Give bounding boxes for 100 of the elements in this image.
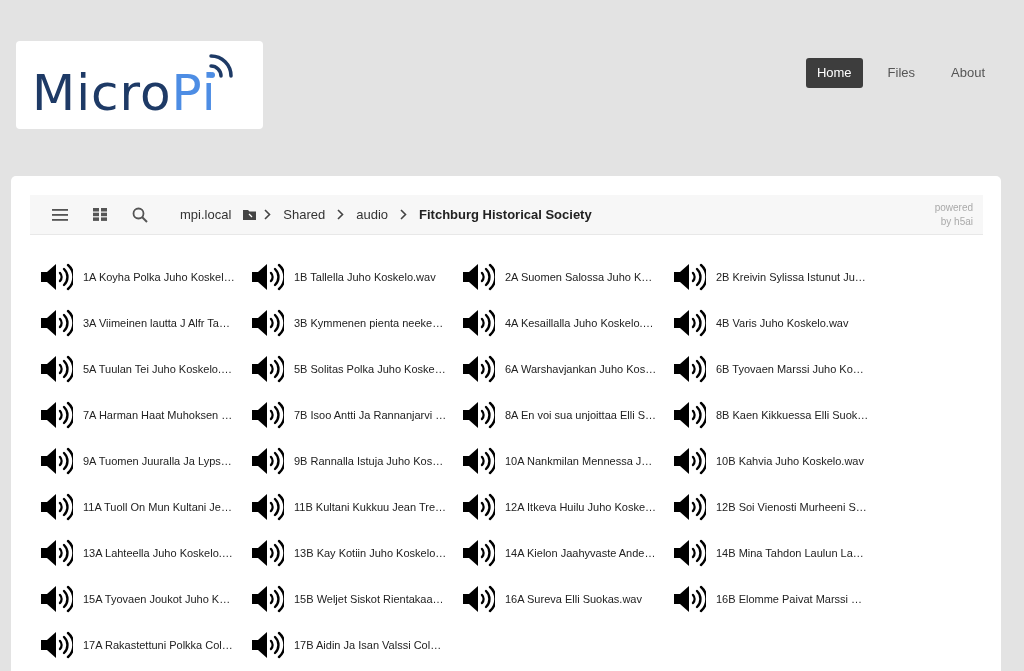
file-name: 5A Tuulan Tei Juho Koskelo.… xyxy=(83,361,232,377)
file-name: 15B Weljet Siskot Rientakaa… xyxy=(294,591,444,607)
speaker-icon xyxy=(41,447,73,475)
file-item[interactable]: 8A En voi sua unjoittaa Elli S… xyxy=(463,401,674,429)
powered-by-text: by h5ai xyxy=(939,214,973,228)
file-name: 3B Kymmenen pienta neeke… xyxy=(294,315,444,331)
breadcrumb-link[interactable]: Shared xyxy=(279,204,330,225)
file-item[interactable]: 3B Kymmenen pienta neeke… xyxy=(252,309,463,337)
file-name: 5B Solitas Polka Juho Koske… xyxy=(294,361,446,377)
file-item[interactable]: 2B Kreivin Sylissa Istunut Ju… xyxy=(674,263,885,291)
file-item[interactable]: 12A Itkeva Huilu Juho Koske… xyxy=(463,493,674,521)
file-item[interactable]: 17A Rakastettuni Polkka Col… xyxy=(41,631,252,659)
file-item[interactable]: 10B Kahvia Juho Koskelo.wav xyxy=(674,447,885,475)
speaker-icon xyxy=(252,631,284,659)
speaker-icon xyxy=(674,539,706,567)
file-name: 10B Kahvia Juho Koskelo.wav xyxy=(716,453,864,469)
speaker-icon xyxy=(41,355,73,383)
file-item[interactable]: 2A Suomen Salossa Juho K… xyxy=(463,263,674,291)
file-name: 11B Kultani Kukkuu Jean Tre… xyxy=(294,499,447,515)
file-item[interactable]: 10A Nankmilan Mennessa J… xyxy=(463,447,674,475)
file-item[interactable]: 16B Elomme Paivat Marssi … xyxy=(674,585,885,613)
file-name: 7B Isoo Antti Ja Rannanjarvi … xyxy=(294,407,447,423)
file-name: 9B Rannalla Istuja Juho Kos… xyxy=(294,453,444,469)
file-item[interactable]: 11A Tuoll On Mun Kultani Je… xyxy=(41,493,252,521)
file-name: 16A Sureva Elli Suokas.wav xyxy=(505,591,642,607)
speaker-icon xyxy=(674,401,706,429)
file-name: 3A Viimeinen lautta J Alfr Ta… xyxy=(83,315,230,331)
file-name: 8A En voi sua unjoittaa Elli S… xyxy=(505,407,657,423)
file-item[interactable]: 9B Rannalla Istuja Juho Kos… xyxy=(252,447,463,475)
file-name: 4B Varis Juho Koskelo.wav xyxy=(716,315,849,331)
breadcrumb-link[interactable]: Fitchburg Historical Society xyxy=(415,204,596,225)
file-item[interactable]: 13B Kay Kotiin Juho Koskelo… xyxy=(252,539,463,567)
file-item[interactable]: 1A Koyha Polka Juho Koskel… xyxy=(41,263,252,291)
breadcrumb-link[interactable]: mpi.local xyxy=(176,204,236,225)
file-name: 17B Aidin Ja Isan Valssi Col… xyxy=(294,637,442,653)
speaker-icon xyxy=(252,263,284,291)
file-item[interactable]: 14B Mina Tahdon Laulun La… xyxy=(674,539,885,567)
file-item[interactable]: 11B Kultani Kukkuu Jean Tre… xyxy=(252,493,463,521)
file-item[interactable]: 15A Tyovaen Joukot Juho K… xyxy=(41,585,252,613)
speaker-icon xyxy=(41,631,73,659)
file-item[interactable]: 5A Tuulan Tei Juho Koskelo.… xyxy=(41,355,252,383)
speaker-icon xyxy=(41,539,73,567)
file-name: 13B Kay Kotiin Juho Koskelo… xyxy=(294,545,447,561)
file-item[interactable]: 1B Tallella Juho Koskelo.wav xyxy=(252,263,463,291)
file-name: 10A Nankmilan Mennessa J… xyxy=(505,453,653,469)
speaker-icon xyxy=(252,539,284,567)
speaker-icon xyxy=(463,401,495,429)
file-name: 13A Lahteella Juho Koskelo.… xyxy=(83,545,233,561)
speaker-icon xyxy=(674,263,706,291)
speaker-icon xyxy=(252,585,284,613)
file-name: 7A Harman Haat Muhoksen … xyxy=(83,407,233,423)
speaker-icon xyxy=(252,309,284,337)
file-name: 2A Suomen Salossa Juho K… xyxy=(505,269,653,285)
breadcrumb-link[interactable]: audio xyxy=(352,204,393,225)
speaker-icon xyxy=(463,447,495,475)
speaker-icon xyxy=(674,309,706,337)
file-item[interactable]: 13A Lahteella Juho Koskelo.… xyxy=(41,539,252,567)
speaker-icon xyxy=(41,263,73,291)
file-name: 12A Itkeva Huilu Juho Koske… xyxy=(505,499,657,515)
logo-text: MicroPi xyxy=(32,68,217,118)
speaker-icon xyxy=(252,355,284,383)
file-name: 17A Rakastettuni Polkka Col… xyxy=(83,637,233,653)
speaker-icon xyxy=(674,355,706,383)
file-item[interactable]: 7B Isoo Antti Ja Rannanjarvi … xyxy=(252,401,463,429)
file-item[interactable]: 7A Harman Haat Muhoksen … xyxy=(41,401,252,429)
nav-link[interactable]: Home xyxy=(805,58,863,88)
speaker-icon xyxy=(463,355,495,383)
file-item[interactable]: 3A Viimeinen lautta J Alfr Ta… xyxy=(41,309,252,337)
file-item[interactable]: 4A Kesaillalla Juho Koskelo.… xyxy=(463,309,674,337)
speaker-icon xyxy=(463,539,495,567)
nav-link[interactable]: About xyxy=(940,58,996,88)
file-name: 8B Kaen Kikkuessa Elli Suok… xyxy=(716,407,869,423)
file-name: 6A Warshavjankan Juho Kos… xyxy=(505,361,657,377)
speaker-icon xyxy=(463,493,495,521)
file-name: 15A Tyovaen Joukot Juho K… xyxy=(83,591,231,607)
chevron-right-icon xyxy=(400,209,408,220)
file-item[interactable]: 12B Soi Vienosti Murheeni S… xyxy=(674,493,885,521)
file-item[interactable]: 9A Tuomen Juuralla Ja Lyps… xyxy=(41,447,252,475)
nav-link[interactable]: Files xyxy=(876,58,926,88)
file-item[interactable]: 16A Sureva Elli Suokas.wav xyxy=(463,585,674,613)
file-name: 11A Tuoll On Mun Kultani Je… xyxy=(83,499,232,515)
speaker-icon xyxy=(463,263,495,291)
speaker-icon xyxy=(41,585,73,613)
file-name: 2B Kreivin Sylissa Istunut Ju… xyxy=(716,269,866,285)
speaker-icon xyxy=(252,493,284,521)
file-item[interactable]: 8B Kaen Kikkuessa Elli Suok… xyxy=(674,401,885,429)
file-name: 12B Soi Vienosti Murheeni S… xyxy=(716,499,867,515)
file-name: 1B Tallella Juho Koskelo.wav xyxy=(294,269,436,285)
speaker-icon xyxy=(41,309,73,337)
file-item[interactable]: 17B Aidin Ja Isan Valssi Col… xyxy=(252,631,463,659)
file-item[interactable]: 15B Weljet Siskot Rientakaa… xyxy=(252,585,463,613)
speaker-icon xyxy=(463,585,495,613)
chevron-right-icon xyxy=(264,209,272,220)
file-item[interactable]: 14A Kielon Jaahyvaste Ande… xyxy=(463,539,674,567)
file-item[interactable]: 5B Solitas Polka Juho Koske… xyxy=(252,355,463,383)
chevron-right-icon xyxy=(337,209,345,220)
file-item[interactable]: 4B Varis Juho Koskelo.wav xyxy=(674,309,885,337)
file-item[interactable]: 6A Warshavjankan Juho Kos… xyxy=(463,355,674,383)
speaker-icon xyxy=(252,401,284,429)
file-item[interactable]: 6B Tyovaen Marssi Juho Ko… xyxy=(674,355,885,383)
